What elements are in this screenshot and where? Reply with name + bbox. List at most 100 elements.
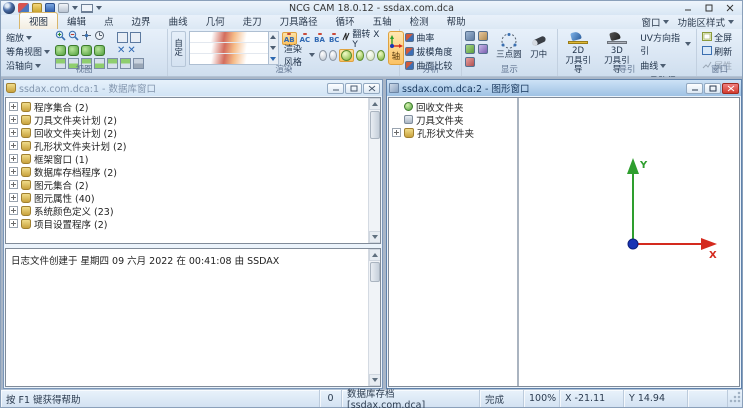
tree-item-programs[interactable]: 程序集合 (2) [6, 100, 367, 113]
tree-item-recycle-folders[interactable]: 回收文件夹计划 (2) [6, 126, 367, 139]
render-wire-icon[interactable] [329, 50, 337, 61]
pair-bc-icon[interactable]: BC [328, 33, 340, 44]
scroll-up-icon[interactable] [369, 249, 381, 261]
render-shaded-edges-icon[interactable] [356, 50, 364, 61]
tab-toolpath[interactable]: 刀具路径 [271, 13, 327, 29]
refresh-button[interactable]: 刷新 [700, 45, 739, 58]
tab-boundary[interactable]: 边界 [123, 13, 160, 29]
tree-item-tool-folders[interactable]: 刀具文件夹计划 (2) [6, 113, 367, 126]
isometric-view-dropdown[interactable]: 等角视图 [4, 45, 52, 58]
app-logo-icon[interactable] [3, 2, 15, 14]
tree-item-hole-folder[interactable]: 孔形状文件夹 [389, 126, 517, 139]
scroll-thumb[interactable] [370, 111, 380, 139]
viewport-split-icon[interactable] [130, 32, 141, 43]
translucent-view-icon[interactable] [94, 45, 105, 56]
display-surfaces-icon[interactable] [465, 31, 475, 41]
draft-angle-button[interactable]: 拔模角度 [403, 45, 458, 58]
tree-item-entity-sets[interactable]: 图元集合 (2) [6, 178, 367, 191]
graphics-viewport[interactable]: Y X [519, 98, 739, 386]
three-point-circle-button[interactable]: 三点圆 [494, 31, 524, 61]
tree-item-tool-folder[interactable]: 刀具文件夹 [389, 113, 517, 126]
close-button[interactable] [722, 83, 739, 94]
render-textured-icon[interactable] [377, 50, 385, 61]
uv-direction-dropdown[interactable]: UV方向指引 [638, 31, 693, 57]
tab-help[interactable]: 帮助 [438, 13, 475, 29]
render-flat-icon[interactable] [319, 50, 327, 61]
graphics-window[interactable]: ssdax.com.dca:2 - 图形窗口 回收文件夹 刀具文件夹 孔形状文件… [386, 79, 742, 389]
chevron-down-icon[interactable] [72, 6, 78, 10]
curvature-button[interactable]: 曲率 [403, 31, 458, 44]
tree-item-system-colors[interactable]: 系统颜色定义 (23) [6, 204, 367, 217]
tab-view[interactable]: 视图 [19, 12, 58, 29]
expand-icon[interactable] [9, 180, 18, 189]
tab-point[interactable]: 点 [95, 13, 123, 29]
scroll-down-icon[interactable] [369, 374, 381, 386]
scroll-thumb[interactable] [370, 262, 380, 282]
monitor-icon[interactable] [81, 4, 93, 13]
display-boundaries-icon[interactable] [465, 44, 475, 54]
expand-icon[interactable] [392, 128, 401, 137]
tab-inspect[interactable]: 检测 [401, 13, 438, 29]
database-window[interactable]: ssdax.com.dca:1 - 数据库窗口 程序集合 (2) 刀具文件夹计划… [3, 79, 383, 389]
render-style-gallery[interactable] [189, 31, 269, 65]
close-button[interactable] [363, 83, 380, 94]
expand-icon[interactable] [9, 154, 18, 163]
expand-icon[interactable] [9, 219, 18, 228]
zoom-dropdown[interactable]: 缩放 [4, 31, 52, 44]
ribbon-style-menu[interactable]: 功能区样式 [677, 15, 734, 29]
chevron-down-icon[interactable] [96, 6, 102, 10]
tab-geometry[interactable]: 几何 [197, 13, 234, 29]
expand-icon[interactable] [9, 193, 18, 202]
tree-item-archive-programs[interactable]: 数据库存档程序 (2) [6, 165, 367, 178]
flip-icon[interactable] [342, 32, 350, 44]
tree-item-entity-attributes[interactable]: 图元属性 (40) [6, 191, 367, 204]
display-curves-icon[interactable] [478, 44, 488, 54]
minimize-button[interactable] [678, 2, 698, 14]
expand-icon[interactable] [9, 206, 18, 215]
fullscreen-button[interactable]: 全屏 [700, 31, 739, 44]
tool-center-button[interactable]: 刀中 [528, 31, 550, 61]
tab-curve[interactable]: 曲线 [160, 13, 197, 29]
zoom-extents-icon[interactable]: ✕ [117, 45, 125, 56]
previous-view-icon[interactable] [94, 30, 105, 44]
render-style-preview[interactable] [190, 43, 268, 54]
scroll-down-icon[interactable] [369, 231, 381, 243]
tree-item-hole-folders[interactable]: 孔形状文件夹计划 (2) [6, 139, 367, 152]
minimize-button[interactable] [327, 83, 344, 94]
gallery-up-icon[interactable] [270, 35, 276, 39]
zoom-selected-icon[interactable]: ✕ [127, 45, 135, 56]
expand-icon[interactable] [9, 115, 18, 124]
expand-icon[interactable] [9, 167, 18, 176]
display-points-icon[interactable] [478, 31, 488, 41]
wireframe-view-icon[interactable] [68, 45, 79, 56]
gallery-down-icon[interactable] [270, 46, 276, 50]
customize-render-button[interactable]: 自定 [171, 31, 186, 67]
scroll-up-icon[interactable] [369, 98, 381, 110]
tab-edit[interactable]: 编辑 [58, 13, 95, 29]
render-translucent-icon[interactable] [366, 50, 374, 61]
graphics-window-titlebar[interactable]: ssdax.com.dca:2 - 图形窗口 [387, 80, 741, 96]
minimize-button[interactable] [686, 83, 703, 94]
expand-icon[interactable] [9, 128, 18, 137]
print-icon[interactable] [58, 3, 69, 13]
render-style-preview[interactable] [190, 32, 268, 43]
window-menu[interactable]: 窗口 [641, 15, 669, 29]
render-shaded-selected[interactable] [339, 49, 354, 62]
pan-icon[interactable] [81, 30, 92, 44]
maximize-button[interactable] [704, 83, 721, 94]
zoom-out-icon[interactable] [68, 30, 79, 44]
expand-icon[interactable] [9, 141, 18, 150]
tree-item-frame-window[interactable]: 框架窗口 (1) [6, 152, 367, 165]
database-window-titlebar[interactable]: ssdax.com.dca:1 - 数据库窗口 [4, 80, 382, 96]
shaded-view-icon[interactable] [55, 45, 66, 56]
maximize-button[interactable] [345, 83, 362, 94]
tab-passes[interactable]: 走刀 [234, 13, 271, 29]
hidden-line-view-icon[interactable] [81, 45, 92, 56]
close-button[interactable] [720, 2, 740, 14]
log-scrollbar[interactable] [368, 249, 380, 386]
tree-item-recycle-folder[interactable]: 回收文件夹 [389, 100, 517, 113]
gallery-more-icon[interactable] [270, 57, 276, 61]
zoom-in-icon[interactable] [55, 30, 66, 44]
tree-scrollbar[interactable] [368, 98, 380, 243]
viewport-single-icon[interactable] [117, 32, 128, 43]
